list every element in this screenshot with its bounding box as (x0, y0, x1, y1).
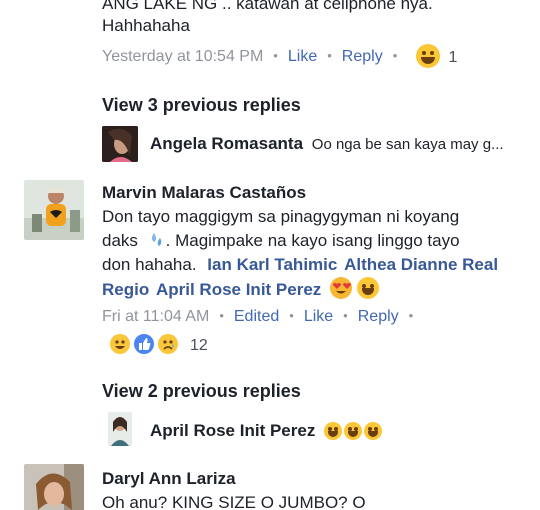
avatar[interactable] (24, 180, 84, 240)
tagged-user[interactable]: Ian Karl Tahimic (207, 255, 337, 274)
laughing-emoji-icon (356, 277, 379, 299)
sad-reaction-icon (156, 332, 180, 356)
comment-text-line: Hahhahaha (102, 16, 190, 35)
reply-row: April Rose Init Perez (150, 419, 383, 443)
reaction-summary[interactable] (108, 332, 188, 358)
comment-text-line: Regio April Rose Init Perez (102, 277, 379, 302)
comment-text-fragment: daks (102, 231, 138, 250)
separator-dot: • (327, 48, 332, 63)
comment-text-line: Don tayo maggigym sa pinagygyman ni koya… (102, 207, 460, 226)
separator-dot: • (273, 48, 278, 63)
like-link[interactable]: Like (304, 308, 333, 325)
comment-text-line: don hahaha. Ian Karl Tahimic Althea Dian… (102, 253, 498, 277)
laughing-emoji-icon (364, 422, 383, 440)
comment-meta: Fri at 11:04 AM • Edited • Like • Reply • (102, 307, 423, 327)
reply-link[interactable]: Reply (358, 308, 399, 325)
avatar-image (108, 412, 132, 446)
like-reaction-icon (132, 332, 156, 356)
comment-text-line: daks . Magimpake na kayo isang linggo ta… (102, 229, 460, 253)
reply-row: Angela Romasanta Oo nga be san kaya may … (150, 132, 504, 157)
heart-eyes-emoji-icon (330, 277, 353, 299)
view-previous-replies[interactable]: View 2 previous replies (102, 381, 301, 402)
avatar-image (24, 464, 84, 510)
comment-text-fragment: don hahaha. (102, 255, 197, 274)
comment-author[interactable]: Daryl Ann Lariza (102, 467, 236, 491)
reaction-summary[interactable]: 1 (416, 44, 457, 69)
haha-reaction-icon (108, 332, 132, 356)
reply-author[interactable]: Angela Romasanta (150, 134, 303, 153)
comment-timestamp[interactable]: Fri at 11:04 AM (102, 308, 209, 325)
tagged-user[interactable]: Althea Dianne Real (344, 255, 498, 274)
separator-dot: • (343, 308, 348, 323)
separator-dot: • (408, 308, 414, 323)
avatar[interactable] (24, 464, 84, 510)
separator-dot: • (392, 48, 398, 63)
avatar[interactable] (108, 412, 132, 446)
view-previous-replies[interactable]: View 3 previous replies (102, 95, 301, 116)
edited-link[interactable]: Edited (234, 308, 279, 325)
haha-reaction-icon (416, 44, 440, 68)
reply-preview[interactable]: Oo nga be san kaya may g... (312, 136, 504, 153)
water-drops-icon (147, 231, 165, 249)
comment-text-fragment: . Magimpake na kayo isang linggo tayo (165, 231, 460, 250)
avatar[interactable] (102, 126, 138, 162)
reply-author[interactable]: April Rose Init Perez (150, 421, 315, 440)
comment-author[interactable]: Marvin Malaras Castaños (102, 181, 306, 205)
laughing-emoji-icon (344, 422, 363, 440)
avatar-image (102, 126, 138, 162)
comment-text-line: Oh anu? KING SIZE O JUMBO? O (102, 493, 366, 510)
reaction-count: 1 (448, 49, 458, 66)
separator-dot: • (289, 308, 294, 323)
reply-link[interactable]: Reply (342, 48, 383, 65)
tagged-user[interactable]: Regio (102, 280, 149, 299)
laughing-emoji-icon (324, 422, 343, 440)
tagged-user[interactable]: April Rose Init Perez (156, 280, 321, 299)
comment-meta: Yesterday at 10:54 PM • Like • Reply • (102, 47, 407, 67)
separator-dot: • (219, 308, 224, 323)
comment-timestamp[interactable]: Yesterday at 10:54 PM (102, 48, 263, 65)
avatar-image (24, 180, 84, 240)
like-link[interactable]: Like (288, 48, 317, 65)
reaction-count: 12 (190, 337, 208, 354)
